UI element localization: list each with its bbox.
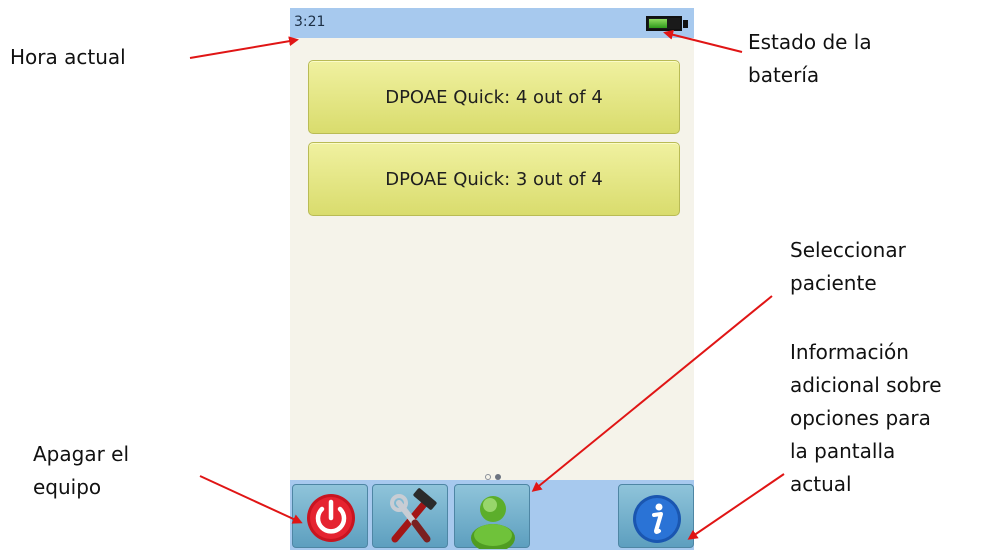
annotation-text: paciente <box>790 271 877 295</box>
test-button-dpoae-3of4[interactable]: DPOAE Quick: 3 out of 4 <box>308 142 680 216</box>
annotation-additional-info: Información adicional sobre opciones par… <box>790 336 984 501</box>
battery-tip <box>683 20 688 28</box>
select-patient-button[interactable] <box>454 484 530 550</box>
battery-icon <box>646 16 682 31</box>
arrow-to-clock <box>189 36 299 59</box>
annotation-text: actual <box>790 472 852 496</box>
annotation-text: Seleccionar <box>790 238 906 262</box>
info-button[interactable] <box>618 484 694 548</box>
arrow-to-info <box>687 473 785 540</box>
test-button-dpoae-4of4[interactable]: DPOAE Quick: 4 out of 4 <box>308 60 680 134</box>
annotation-select-patient: Seleccionar paciente <box>790 234 980 300</box>
annotation-text: Información <box>790 340 909 364</box>
annotation-text: opciones para <box>790 406 931 430</box>
annotation-text: adicional sobre <box>790 373 942 397</box>
annotation-text: batería <box>748 63 820 87</box>
power-icon <box>307 494 355 542</box>
power-button[interactable] <box>292 484 368 548</box>
info-icon <box>633 495 681 543</box>
annotation-current-time: Hora actual <box>10 41 126 74</box>
battery-level <box>649 19 667 28</box>
settings-tools-button[interactable] <box>372 484 448 548</box>
patient-icon <box>471 496 515 550</box>
tools-icon <box>390 488 437 543</box>
test-button-label: DPOAE Quick: 4 out of 4 <box>385 86 603 108</box>
device-screen: 3:21 DPOAE Quick: 4 out of 4 DPOAE Quick… <box>290 8 694 550</box>
annotation-text: Estado de la <box>748 30 872 54</box>
annotation-text: Hora actual <box>10 45 126 69</box>
annotation-battery-status: Estado de la batería <box>748 26 948 92</box>
annotation-power-off: Apagar el equipo <box>33 438 233 504</box>
bottom-toolbar <box>290 480 694 550</box>
annotation-text: la pantalla <box>790 439 896 463</box>
clock: 3:21 <box>294 14 326 30</box>
test-button-label: DPOAE Quick: 3 out of 4 <box>385 168 603 190</box>
status-bar: 3:21 <box>290 8 694 38</box>
annotation-text: equipo <box>33 475 102 499</box>
annotation-text: Apagar el <box>33 442 130 466</box>
